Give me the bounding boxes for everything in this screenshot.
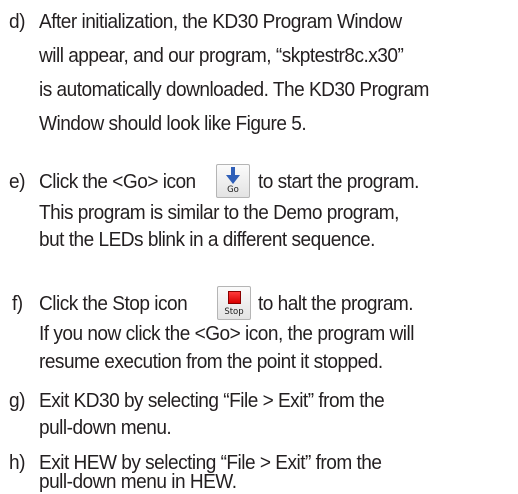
step-f-line-2: If you now click the <Go> icon, the prog… [39,322,414,345]
instruction-document: d) After initialization, the KD30 Progra… [0,0,518,494]
step-f-line-3: resume execution from the point it stopp… [39,350,383,373]
step-e-line-3: but the LEDs blink in a different sequen… [39,228,375,251]
step-d-line-2: will appear, and our program, “skptestr8… [39,44,404,67]
step-d-marker: d) [9,10,25,33]
step-g-line-2: pull-down menu. [39,416,172,439]
step-e-line-1-after: to start the program. [258,170,419,193]
step-g-line-1: Exit KD30 by selecting “File > Exit” fro… [39,389,385,412]
stop-icon: Stop [217,286,251,320]
go-icon: Go [216,164,250,198]
step-f-marker: f) [12,292,23,315]
step-f-line-1-before: Click the Stop icon [39,292,188,315]
step-h-line-2: pull-down menu in HEW. [39,470,237,493]
go-arrow-icon [226,167,240,184]
step-g-marker: g) [9,389,25,412]
step-e-marker: e) [9,170,25,193]
step-d-line-3: is automatically downloaded. The KD30 Pr… [39,78,429,101]
step-f-line-1-after: to halt the program. [258,292,414,315]
go-icon-caption: Go [227,185,239,195]
step-d-line-4: Window should look like Figure 5. [39,112,307,135]
step-h-marker: h) [9,451,25,474]
stop-icon-caption: Stop [224,307,244,317]
step-e-line-1-before: Click the <Go> icon [39,170,196,193]
step-d-line-1: After initialization, the KD30 Program W… [39,10,402,33]
stop-square-icon [228,291,241,304]
step-e-line-2: This program is similar to the Demo prog… [39,201,399,224]
